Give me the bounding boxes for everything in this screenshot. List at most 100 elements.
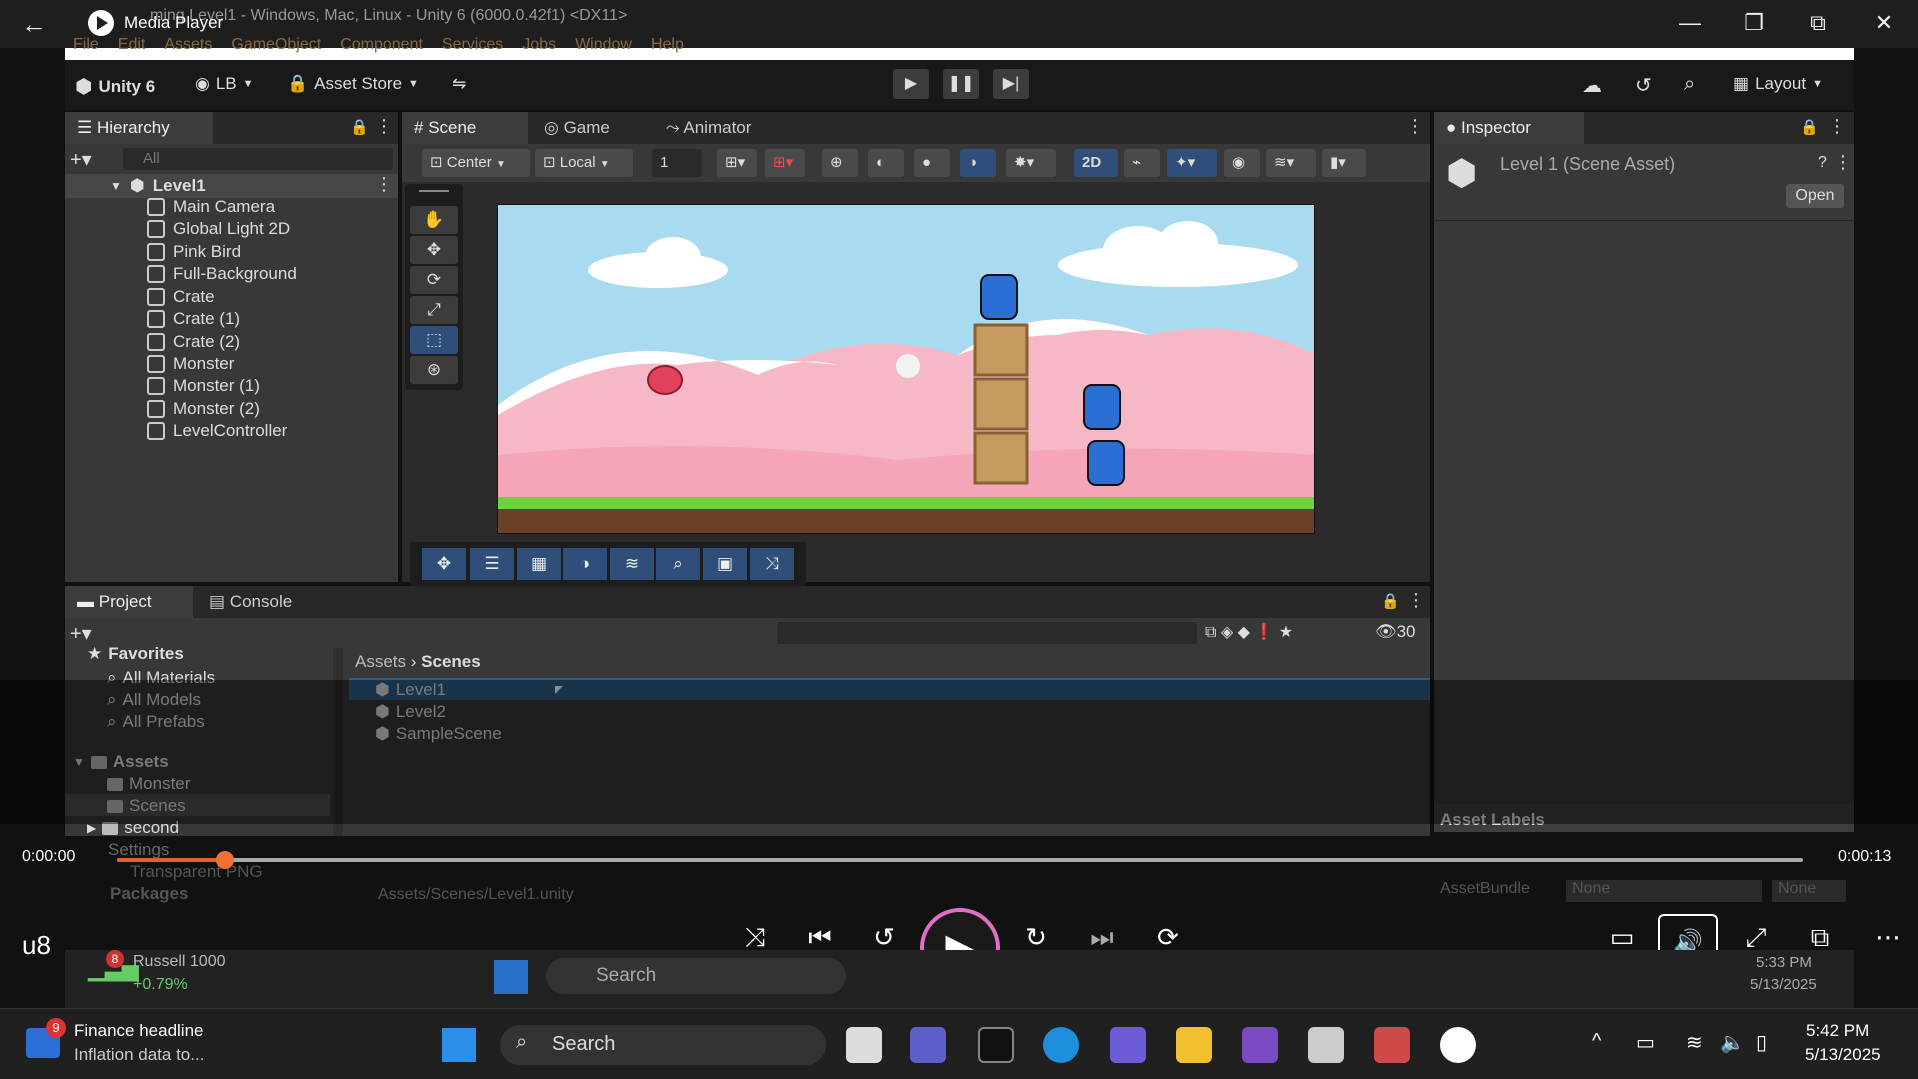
- chevron-up-icon[interactable]: ^: [1592, 1030, 1601, 1053]
- mode-2d-toggle[interactable]: 2D: [1074, 149, 1118, 177]
- filter-type-icon[interactable]: ⧉ ◈ ◆ ❗ ★: [1205, 622, 1293, 642]
- grid-overlay-icon[interactable]: ▦: [517, 548, 561, 580]
- settings-more-icon[interactable]: ⋮: [1834, 152, 1852, 173]
- transform-tool-icon[interactable]: ⊛: [410, 356, 458, 384]
- history-icon[interactable]: ↺: [1635, 73, 1652, 98]
- move-tool-icon[interactable]: ✥: [410, 236, 458, 264]
- unity-account-button[interactable]: ⬢ Unity 6: [75, 74, 155, 99]
- hierarchy-item[interactable]: Full-Background: [147, 264, 297, 284]
- more-icon[interactable]: ⋮: [375, 116, 393, 137]
- camera-overlay-icon[interactable]: ▣: [703, 548, 747, 580]
- search-overlay-icon[interactable]: ⌕: [656, 548, 700, 580]
- terminal-icon[interactable]: [978, 1027, 1014, 1063]
- tab-scene[interactable]: # Scene: [402, 112, 528, 144]
- fx-icon[interactable]: ✦▾: [1167, 149, 1217, 177]
- menu-jobs[interactable]: Jobs: [522, 36, 556, 58]
- pause-button[interactable]: ❚❚: [943, 69, 979, 99]
- close-icon[interactable]: ✕: [1856, 0, 1912, 46]
- hierarchy-item[interactable]: LevelController: [147, 421, 287, 441]
- lock-icon[interactable]: 🔒: [1381, 592, 1400, 610]
- edge-icon[interactable]: [1043, 1027, 1079, 1063]
- favorites-header[interactable]: ★ Favorites: [87, 644, 184, 664]
- folder-item-faded[interactable]: Transparent PNG: [130, 862, 263, 882]
- step-button[interactable]: ▶|: [993, 69, 1029, 99]
- tab-game[interactable]: ◎ Game: [532, 112, 644, 144]
- clock-time[interactable]: 5:42 PM: [1806, 1021, 1869, 1041]
- restore-icon[interactable]: ❐: [1726, 0, 1782, 46]
- speaker-icon[interactable]: 🔈: [1720, 1030, 1745, 1055]
- menu-services[interactable]: Services: [442, 36, 503, 58]
- media-player-task-icon[interactable]: [1440, 1027, 1476, 1063]
- tab-animator[interactable]: ⤳ Animator: [654, 112, 794, 144]
- rotate-tool-icon[interactable]: ⟳: [410, 266, 458, 294]
- search-icon[interactable]: ⌕: [1684, 73, 1695, 96]
- scene-more-icon[interactable]: ⋮: [375, 174, 393, 195]
- packages-header[interactable]: Packages: [110, 884, 188, 904]
- shading-icon[interactable]: ◐: [868, 149, 904, 177]
- clock-date[interactable]: 5/13/2025: [1805, 1045, 1881, 1065]
- menu-edit[interactable]: Edit: [118, 36, 146, 58]
- taskbar-search-box[interactable]: ⌕ Search: [500, 1025, 826, 1065]
- shuffle-overlay-icon[interactable]: ⤨: [750, 548, 794, 580]
- menu-assets[interactable]: Assets: [164, 36, 212, 58]
- folder-item-faded[interactable]: Settings: [108, 840, 169, 860]
- forward-30-icon[interactable]: ↻: [1016, 922, 1056, 953]
- more-icon[interactable]: ⋮: [1828, 116, 1846, 137]
- visibility-icon[interactable]: ◉: [1224, 149, 1260, 177]
- visual-studio-icon[interactable]: [1242, 1027, 1278, 1063]
- add-asset-icon[interactable]: +▾: [70, 621, 92, 646]
- scene-root[interactable]: ▼ ⬢ Level1: [110, 176, 206, 196]
- start-icon[interactable]: [442, 1028, 476, 1062]
- menu-window[interactable]: Window: [575, 36, 632, 58]
- hand-tool-icon[interactable]: ✋: [410, 206, 458, 234]
- effects-icon[interactable]: ✸▾: [1006, 149, 1056, 177]
- pivot-dropdown[interactable]: ⊡ Center ▼: [422, 149, 530, 177]
- news-title[interactable]: Finance headline: [74, 1021, 203, 1041]
- file-explorer-icon[interactable]: [1176, 1027, 1212, 1063]
- captions-icon[interactable]: ▭: [1602, 922, 1642, 953]
- scene-more-icon[interactable]: ⋮: [1406, 116, 1424, 137]
- lock-icon[interactable]: 🔒: [1800, 118, 1819, 136]
- battery-icon[interactable]: ▯: [1756, 1030, 1767, 1055]
- layout-dropdown[interactable]: ▦ Layout ▼: [1733, 74, 1823, 94]
- project-search-input[interactable]: [777, 622, 1197, 644]
- hierarchy-item[interactable]: Monster (2): [147, 399, 260, 419]
- menu-help[interactable]: Help: [651, 36, 684, 58]
- scene-viewport[interactable]: [497, 204, 1315, 534]
- add-icon[interactable]: +▾: [70, 147, 92, 172]
- copilot-icon[interactable]: [1110, 1027, 1146, 1063]
- back-arrow-icon[interactable]: ←: [18, 8, 50, 40]
- assetbundle-variant-dropdown[interactable]: None: [1772, 880, 1846, 902]
- hierarchy-item[interactable]: Crate (1): [147, 309, 240, 329]
- hierarchy-item[interactable]: Global Light 2D: [147, 219, 290, 239]
- teams-icon[interactable]: [910, 1027, 946, 1063]
- layers-icon[interactable]: ≋▾: [1266, 149, 1316, 177]
- rewind-10-icon[interactable]: ↺: [864, 922, 904, 953]
- menu-file[interactable]: File: [73, 36, 99, 58]
- news-subtitle[interactable]: Inflation data to...: [74, 1045, 204, 1065]
- asset-store-dropdown[interactable]: 🔒 Asset Store ▼: [287, 74, 419, 94]
- hierarchy-item[interactable]: Monster: [147, 354, 234, 374]
- tab-hierarchy[interactable]: ☰ Hierarchy: [65, 112, 213, 144]
- snap-increment-icon[interactable]: ⊞▾: [765, 149, 805, 177]
- inner-search-box[interactable]: Search: [546, 958, 846, 994]
- minimize-icon[interactable]: —: [1662, 0, 1718, 46]
- grid-snap-icon[interactable]: ⊞▾: [717, 149, 757, 177]
- tab-project[interactable]: ▬ Project: [65, 586, 193, 618]
- display-icon[interactable]: ▭: [1636, 1030, 1655, 1055]
- hierarchy-item[interactable]: Monster (1): [147, 376, 260, 396]
- assetbundle-dropdown[interactable]: None: [1566, 880, 1762, 902]
- palette-handle[interactable]: [419, 190, 449, 192]
- version-control-icon[interactable]: ⇋: [452, 74, 466, 94]
- hierarchy-item[interactable]: Crate: [147, 287, 215, 307]
- hierarchy-item[interactable]: Main Camera: [147, 197, 275, 217]
- menu-component[interactable]: Component: [340, 36, 423, 58]
- camera-icon[interactable]: ▮▾: [1322, 149, 1366, 177]
- more-options-icon[interactable]: ⋯: [1868, 922, 1908, 953]
- more-icon[interactable]: ⋮: [1407, 590, 1425, 611]
- lock-icon[interactable]: 🔒: [350, 118, 369, 136]
- open-button[interactable]: Open: [1786, 184, 1844, 208]
- sphere-icon[interactable]: ●: [914, 149, 950, 177]
- play-button[interactable]: ▶: [893, 69, 929, 99]
- snipping-tool-icon[interactable]: [1374, 1027, 1410, 1063]
